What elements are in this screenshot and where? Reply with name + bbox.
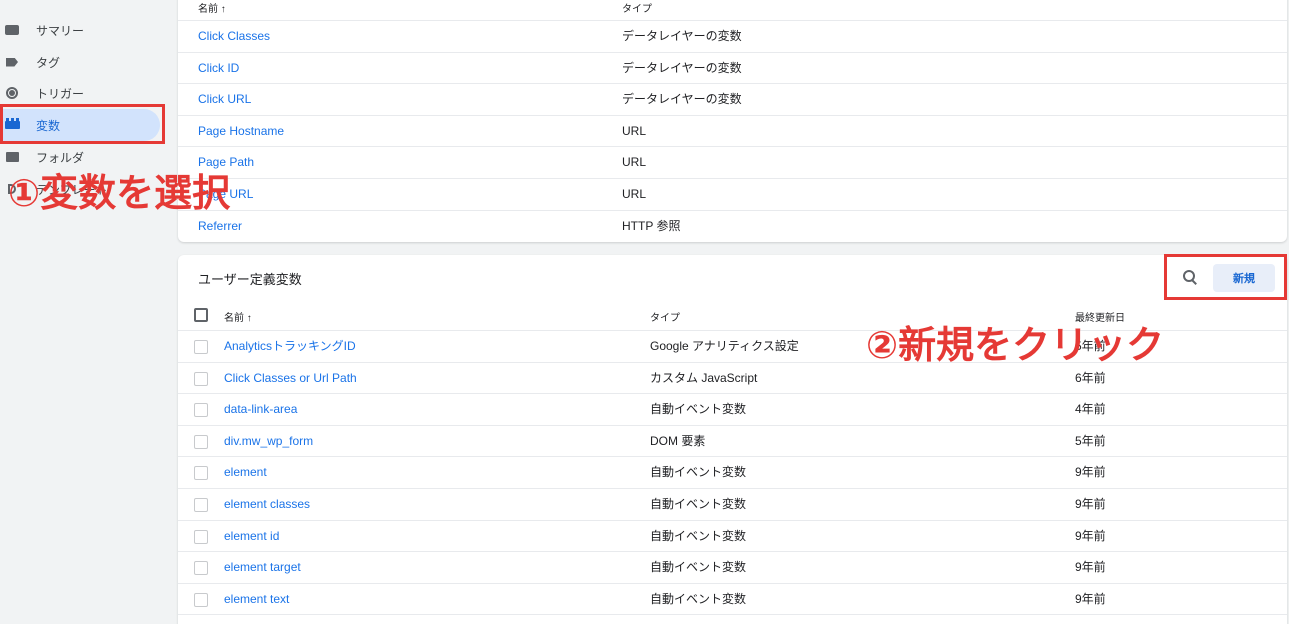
table-row[interactable]: data-link-area 自動イベント変数 4年前 (178, 393, 1287, 425)
variable-name-link[interactable]: AnalyticsトラッキングID (224, 331, 356, 362)
table-row[interactable]: element text 自動イベント変数 9年前 (178, 582, 1287, 615)
variable-type: データレイヤーの変数 (622, 60, 742, 75)
column-header-name[interactable]: 名前 ↑ (198, 0, 226, 15)
row-checkbox[interactable] (194, 434, 208, 449)
variable-type: URL (622, 155, 647, 170)
variable-last-updated: 9年前 (1075, 591, 1106, 606)
annotation-box-new (1164, 254, 1287, 300)
variable-type: 自動イベント変数 (650, 591, 747, 606)
variable-name-link[interactable]: element id (224, 521, 279, 552)
variable-name-link[interactable]: element target (224, 552, 301, 583)
variable-type: URL (622, 187, 647, 201)
variable-name-link[interactable]: Click Classes (198, 21, 270, 52)
tag-icon (4, 55, 20, 69)
row-checkbox[interactable] (194, 466, 208, 481)
variable-last-updated: 9年前 (1075, 528, 1106, 543)
variable-type: 自動イベント変数 (650, 465, 747, 480)
row-checkbox[interactable] (194, 403, 208, 418)
table-row[interactable]: element classes 自動イベント変数 9年前 (178, 488, 1287, 520)
sidebar-item-label: フォルダ (36, 150, 85, 165)
sidebar-item-label: トリガー (36, 86, 85, 101)
variable-last-updated: 5年前 (1075, 433, 1106, 448)
sidebar-item-tags[interactable]: タグ (0, 46, 160, 78)
variable-last-updated: 9年前 (1075, 465, 1106, 480)
select-all-checkbox[interactable] (194, 308, 208, 322)
annotation-step1: ①変数を選択 (8, 171, 231, 215)
variable-name-link[interactable]: Click URL (198, 84, 251, 115)
table-row[interactable]: Referrer HTTP 参照 (178, 209, 1287, 242)
variable-type: データレイヤーの変数 (622, 92, 742, 107)
variable-type: 自動イベント変数 (650, 402, 747, 417)
variable-name-link[interactable]: element (224, 457, 267, 488)
variable-name-link[interactable]: Click ID (198, 53, 239, 84)
summary-icon (4, 23, 20, 37)
table-row[interactable]: Page Hostname URL (178, 114, 1287, 147)
builtin-variables-card: 名前 ↑ タイプ Click Classes データレイヤーの変数 Click … (178, 0, 1287, 242)
annotation-box-variables (0, 104, 165, 144)
variable-type: DOM 要素 (650, 433, 706, 448)
row-checkbox[interactable] (194, 371, 208, 386)
table-row[interactable]: div.mw_wp_form DOM 要素 5年前 (178, 424, 1287, 457)
column-header-name[interactable]: 名前 ↑ (224, 309, 252, 324)
variable-name-link[interactable]: Page Hostname (198, 116, 284, 147)
variable-last-updated: 9年前 (1075, 560, 1106, 575)
variable-last-updated: 9年前 (1075, 497, 1106, 511)
row-checkbox[interactable] (194, 498, 208, 512)
variable-type: 自動イベント変数 (650, 528, 747, 543)
table-row-divider (178, 614, 1287, 624)
variable-type: URL (622, 123, 647, 138)
variable-name-link[interactable]: div.mw_wp_form (224, 426, 313, 457)
column-header-type: タイプ (650, 313, 680, 324)
variable-type: データレイヤーの変数 (622, 29, 742, 43)
sidebar-item-label: タグ (36, 55, 61, 70)
variable-name-link[interactable]: Click Classes or Url Path (224, 363, 357, 394)
table-row[interactable]: Click Classes データレイヤーの変数 (178, 20, 1287, 52)
annotation-step2: ②新規をクリック (866, 323, 1165, 367)
variable-type: HTTP 参照 (622, 218, 681, 233)
row-checkbox[interactable] (194, 561, 208, 576)
table-row[interactable]: Click ID データレイヤーの変数 (178, 51, 1287, 84)
column-header-type: タイプ (622, 4, 652, 15)
variable-type: カスタム JavaScript (650, 370, 758, 385)
variable-name-link[interactable]: data-link-area (224, 394, 297, 425)
row-checkbox[interactable] (194, 592, 208, 607)
table-row[interactable]: element target 自動イベント変数 9年前 (178, 551, 1287, 583)
variable-name-link[interactable]: element text (224, 584, 289, 615)
variable-name-link[interactable]: element classes (224, 489, 310, 520)
user-defined-variables-card: ユーザー定義変数 新規 名前 ↑ タイプ 最終更新日 Analyticsトラッキ… (178, 255, 1287, 624)
sidebar-item-summary[interactable]: サマリー (0, 14, 160, 46)
trigger-icon (4, 86, 20, 100)
variable-type: 自動イベント変数 (650, 497, 747, 511)
variable-type: Google アナリティクス設定 (650, 339, 799, 353)
table-row[interactable]: Page URL URL (178, 178, 1287, 210)
row-checkbox[interactable] (194, 529, 208, 544)
table-row[interactable]: element id 自動イベント変数 9年前 (178, 519, 1287, 552)
variable-type: 自動イベント変数 (650, 560, 747, 575)
table-row[interactable]: Click URL データレイヤーの変数 (178, 83, 1287, 115)
folder-icon (4, 150, 20, 164)
sidebar: サマリー タグ トリガー 変数 フォルダ テンプレート (0, 0, 170, 624)
row-checkbox[interactable] (194, 340, 208, 354)
card-title: ユーザー定義変数 (198, 272, 302, 287)
table-row[interactable]: element 自動イベント変数 9年前 (178, 456, 1287, 488)
sidebar-item-label: サマリー (36, 23, 85, 38)
variable-last-updated: 4年前 (1075, 402, 1106, 417)
table-row[interactable]: Page Path URL (178, 146, 1287, 178)
